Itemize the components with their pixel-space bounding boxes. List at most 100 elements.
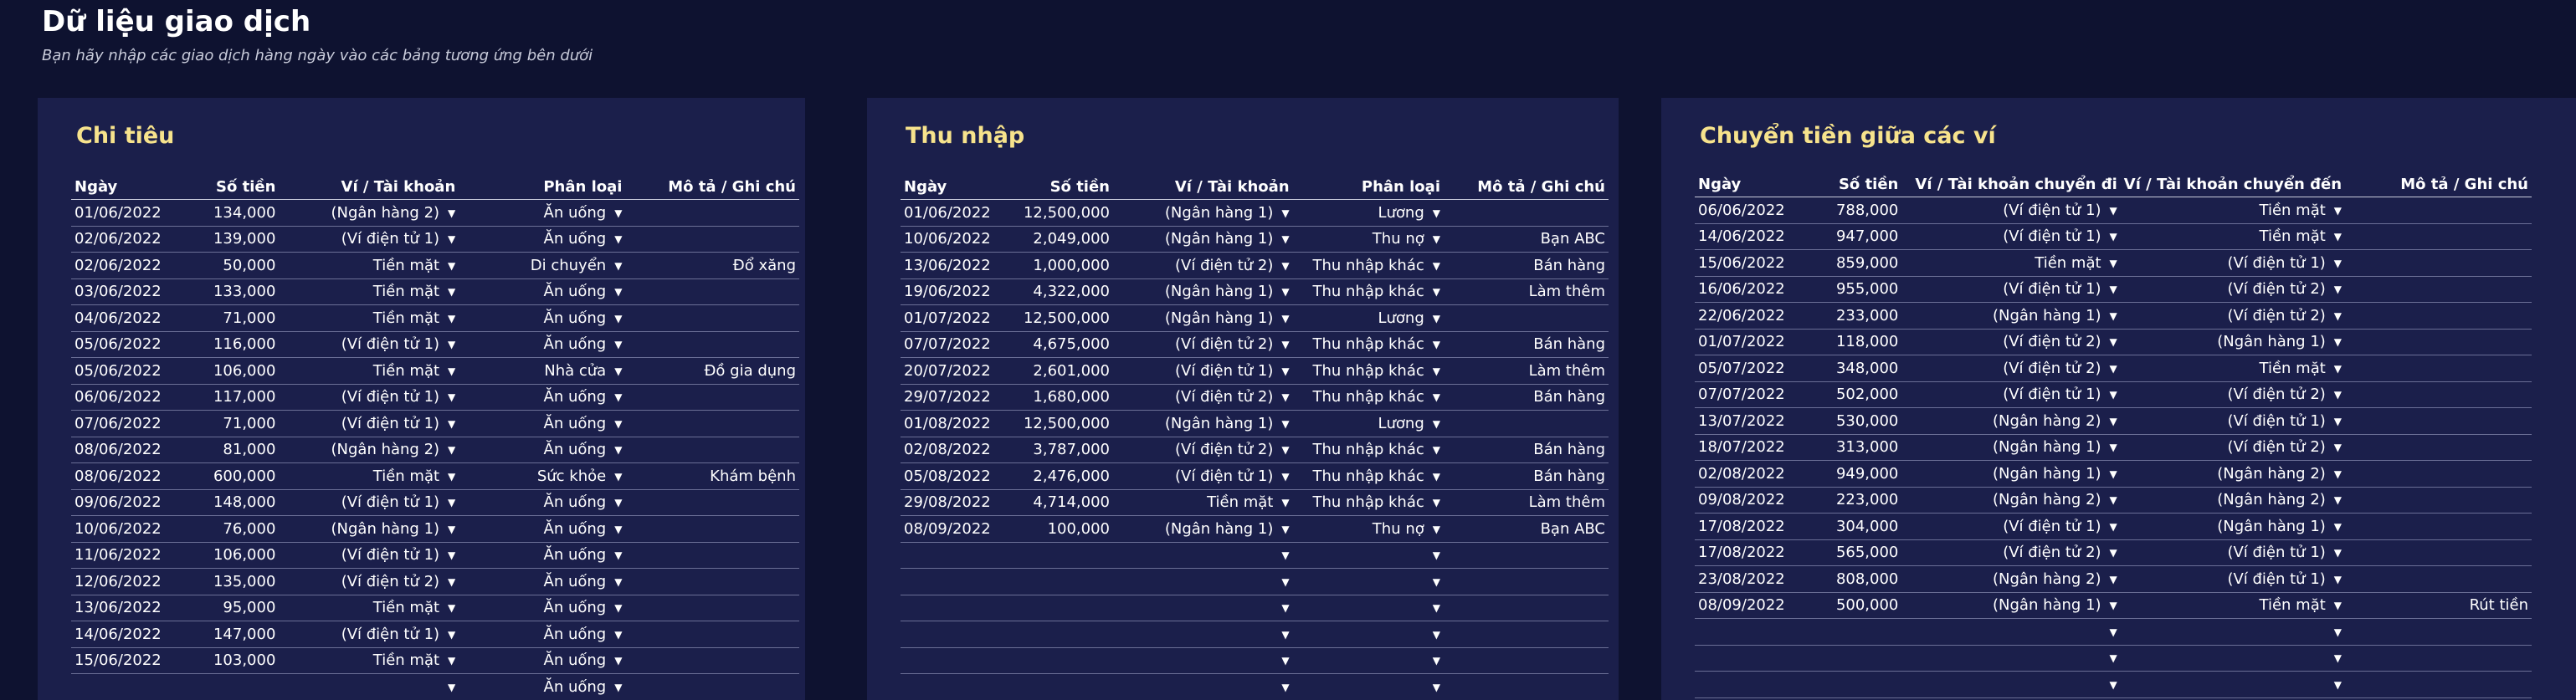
amount-cell[interactable] [1009,647,1113,674]
date-cell[interactable]: 08/06/2022 [71,437,200,463]
date-cell[interactable] [901,674,1009,700]
wallet-cell[interactable]: (Ví điện tử 1)▼ [279,621,459,648]
amount-cell[interactable]: 95,000 [200,595,279,621]
note-cell[interactable]: Bán hàng [1444,253,1609,279]
chevron-down-icon[interactable]: ▼ [1433,682,1440,693]
to-wallet-cell[interactable]: (Ví điện tử 2)▼ [2121,303,2345,330]
chevron-down-icon[interactable]: ▼ [1281,444,1289,456]
from-wallet-cell[interactable]: ▼ [1901,645,2120,672]
note-cell[interactable] [2345,487,2532,514]
chevron-down-icon[interactable]: ▼ [614,444,622,456]
from-wallet-cell[interactable]: (Ngân hàng 2)▼ [1901,408,2120,435]
chevron-down-icon[interactable]: ▼ [2110,284,2117,295]
note-cell[interactable]: Bán hàng [1444,463,1609,490]
category-cell[interactable]: Thu nhập khác▼ [1293,384,1444,411]
from-wallet-cell[interactable]: ▼ [1901,672,2120,698]
amount-cell[interactable]: 4,714,000 [1009,489,1113,516]
to-wallet-cell[interactable]: Tiền mặt▼ [2121,223,2345,250]
wallet-cell[interactable]: (Ví điện tử 1)▼ [279,226,459,253]
date-cell[interactable]: 01/06/2022 [901,200,1009,227]
wallet-cell[interactable]: ▼ [1113,647,1293,674]
category-cell[interactable]: Ăn uống▼ [459,647,625,674]
wallet-cell[interactable]: Tiền mặt▼ [1113,489,1293,516]
chevron-down-icon[interactable]: ▼ [1433,444,1440,456]
amount-cell[interactable]: 71,000 [200,305,279,332]
date-cell[interactable]: 14/06/2022 [1695,223,1801,250]
chevron-down-icon[interactable]: ▼ [448,418,455,430]
chevron-down-icon[interactable]: ▼ [2110,652,2117,664]
note-cell[interactable] [625,278,799,305]
wallet-cell[interactable]: (Ngân hàng 2)▼ [279,200,459,227]
chevron-down-icon[interactable]: ▼ [2334,547,2342,559]
amount-cell[interactable] [1009,595,1113,621]
chevron-down-icon[interactable]: ▼ [2334,284,2342,295]
chevron-down-icon[interactable]: ▼ [1433,418,1440,430]
to-wallet-cell[interactable]: (Ngân hàng 2)▼ [2121,487,2345,514]
date-cell[interactable]: 01/07/2022 [1695,329,1801,355]
wallet-cell[interactable]: (Ví điện tử 1)▼ [279,331,459,358]
amount-cell[interactable]: 148,000 [200,489,279,516]
chevron-down-icon[interactable]: ▼ [2110,310,2117,322]
note-cell[interactable] [625,200,799,227]
date-cell[interactable]: 05/08/2022 [901,463,1009,490]
to-wallet-cell[interactable]: (Ví điện tử 1)▼ [2121,566,2345,593]
category-cell[interactable]: Thu nhập khác▼ [1293,489,1444,516]
chevron-down-icon[interactable]: ▼ [1281,286,1289,298]
category-cell[interactable]: Ăn uống▼ [459,200,625,227]
note-cell[interactable]: Rút tiền [2345,592,2532,619]
chevron-down-icon[interactable]: ▼ [2110,547,2117,559]
date-cell[interactable]: 10/06/2022 [71,516,200,543]
chevron-down-icon[interactable]: ▼ [448,602,455,614]
date-cell[interactable]: 05/07/2022 [1695,355,1801,382]
date-cell[interactable] [901,647,1009,674]
note-cell[interactable] [2345,619,2532,646]
to-wallet-cell[interactable]: ▼ [2121,619,2345,646]
note-cell[interactable] [1444,595,1609,621]
note-cell[interactable] [2345,645,2532,672]
amount-cell[interactable]: 12,500,000 [1009,305,1113,332]
note-cell[interactable] [625,305,799,332]
wallet-cell[interactable]: ▼ [1113,569,1293,595]
amount-cell[interactable]: 304,000 [1801,514,1901,540]
date-cell[interactable] [71,674,200,700]
to-wallet-cell[interactable]: ▼ [2121,672,2345,698]
amount-cell[interactable]: 116,000 [200,331,279,358]
amount-cell[interactable] [1801,619,1901,646]
chevron-down-icon[interactable]: ▼ [2110,389,2117,401]
date-cell[interactable]: 02/08/2022 [1695,461,1801,488]
amount-cell[interactable]: 81,000 [200,437,279,463]
from-wallet-cell[interactable]: (Ví điện tử 2)▼ [1901,355,2120,382]
amount-cell[interactable] [1801,672,1901,698]
amount-cell[interactable]: 348,000 [1801,355,1901,382]
amount-cell[interactable] [1009,569,1113,595]
amount-cell[interactable]: 12,500,000 [1009,411,1113,437]
chevron-down-icon[interactable]: ▼ [1281,207,1289,219]
chevron-down-icon[interactable]: ▼ [1433,549,1440,561]
chevron-down-icon[interactable]: ▼ [614,497,622,508]
chevron-down-icon[interactable]: ▼ [448,576,455,588]
category-cell[interactable]: Sức khỏe▼ [459,463,625,490]
chevron-down-icon[interactable]: ▼ [2110,336,2117,348]
category-cell[interactable]: Thu nhập khác▼ [1293,278,1444,305]
chevron-down-icon[interactable]: ▼ [2110,231,2117,243]
note-cell[interactable] [2345,539,2532,566]
wallet-cell[interactable]: Tiền mặt▼ [279,253,459,279]
chevron-down-icon[interactable]: ▼ [2110,626,2117,638]
chevron-down-icon[interactable]: ▼ [1433,260,1440,272]
amount-cell[interactable]: 134,000 [200,200,279,227]
chevron-down-icon[interactable]: ▼ [448,339,455,350]
amount-cell[interactable] [1009,674,1113,700]
category-cell[interactable]: Ăn uống▼ [459,226,625,253]
note-cell[interactable]: Làm thêm [1444,358,1609,385]
to-wallet-cell[interactable]: (Ngân hàng 1)▼ [2121,329,2345,355]
amount-cell[interactable]: 2,601,000 [1009,358,1113,385]
chevron-down-icon[interactable]: ▼ [448,313,455,324]
chevron-down-icon[interactable]: ▼ [614,207,622,219]
category-cell[interactable]: Lương▼ [1293,200,1444,227]
wallet-cell[interactable]: (Ví điện tử 2)▼ [1113,253,1293,279]
chevron-down-icon[interactable]: ▼ [1433,365,1440,377]
date-cell[interactable]: 02/06/2022 [71,253,200,279]
to-wallet-cell[interactable]: Tiền mặt▼ [2121,355,2345,382]
category-cell[interactable]: Thu nợ▼ [1293,226,1444,253]
chevron-down-icon[interactable]: ▼ [2110,574,2117,585]
